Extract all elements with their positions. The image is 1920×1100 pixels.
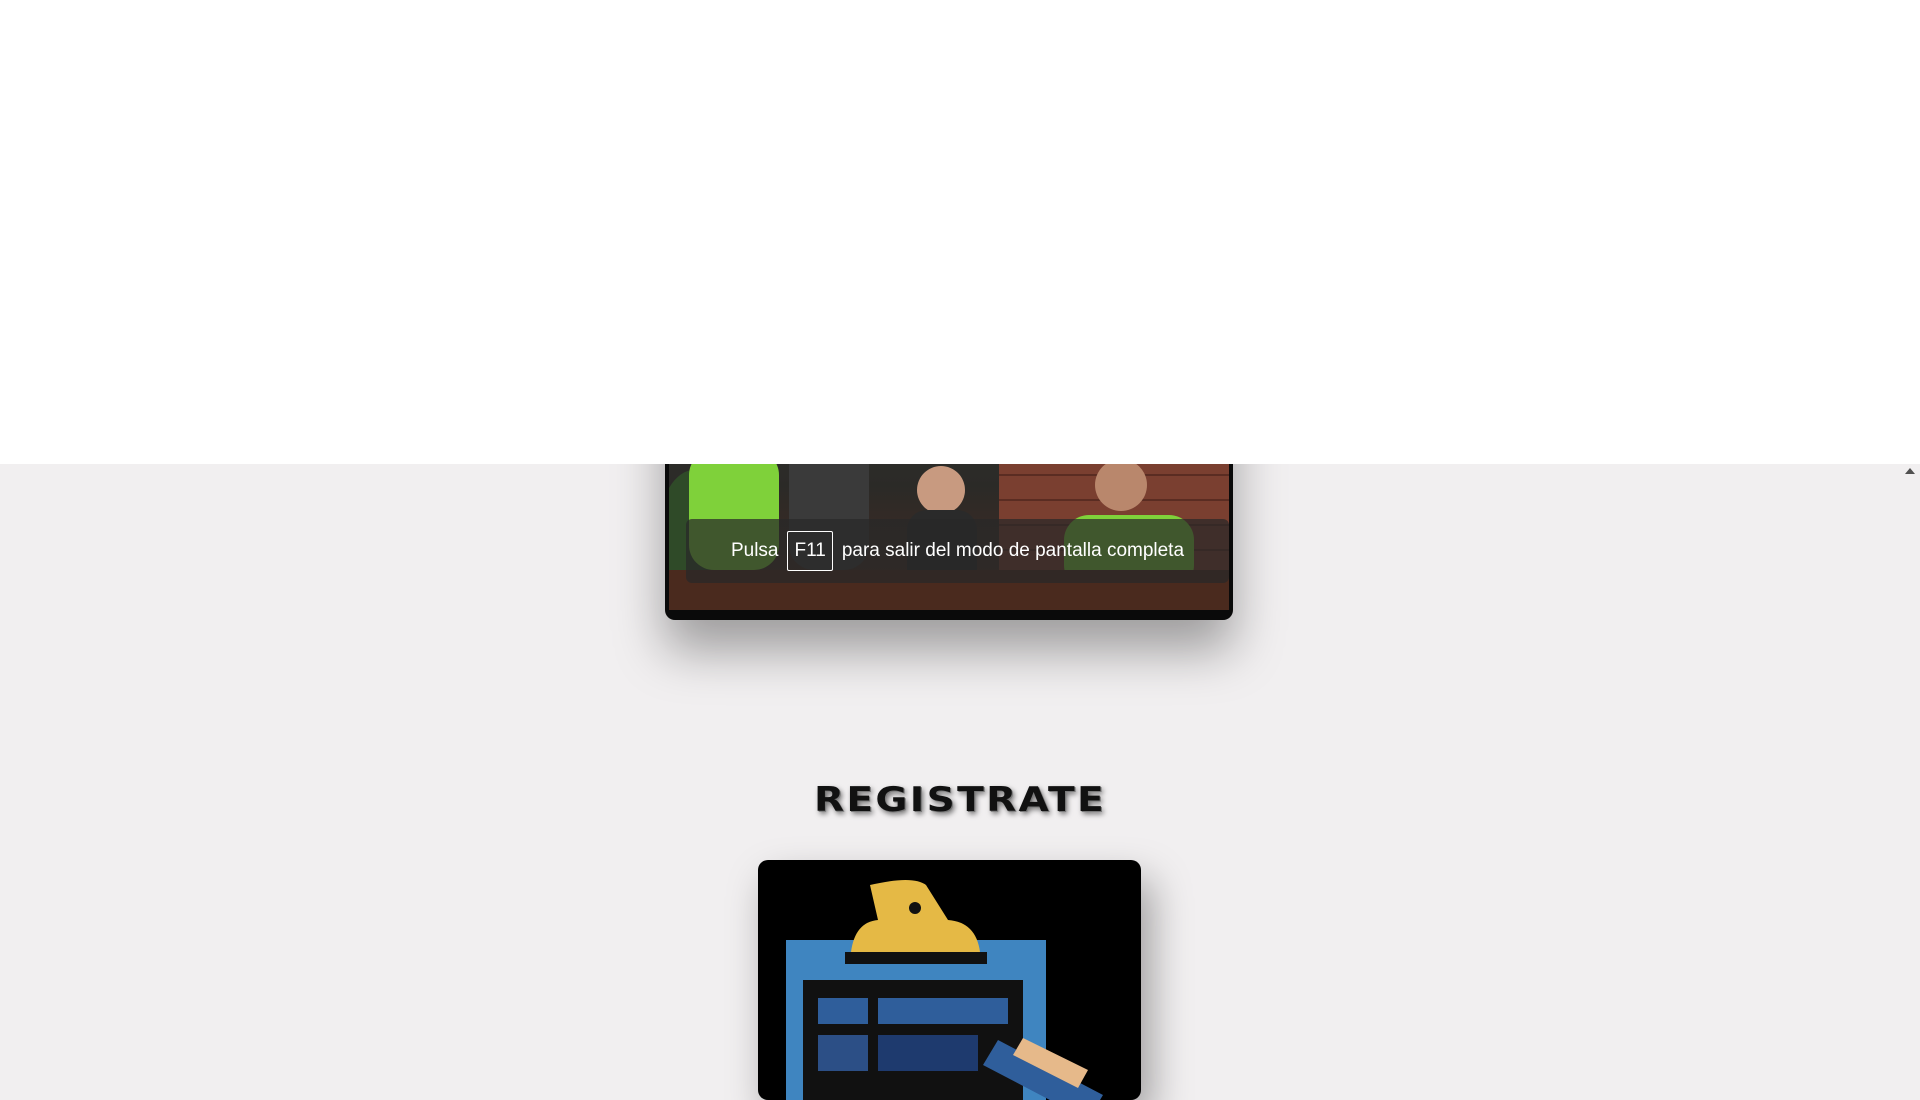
register-heading: REGISTRATE [813, 780, 1106, 820]
fullscreen-exit-notice: Pulsa F11 para salir del modo de pantall… [686, 519, 1229, 583]
scroll-up-arrow-icon[interactable] [1905, 468, 1915, 474]
f11-key-badge: F11 [787, 531, 833, 571]
notice-prefix: Pulsa [730, 540, 779, 561]
notice-suffix: para salir del modo de pantalla completa [841, 540, 1185, 561]
clipboard-icon [786, 880, 1103, 1100]
top-blank-area [0, 0, 1920, 464]
register-card[interactable] [758, 860, 1141, 1100]
